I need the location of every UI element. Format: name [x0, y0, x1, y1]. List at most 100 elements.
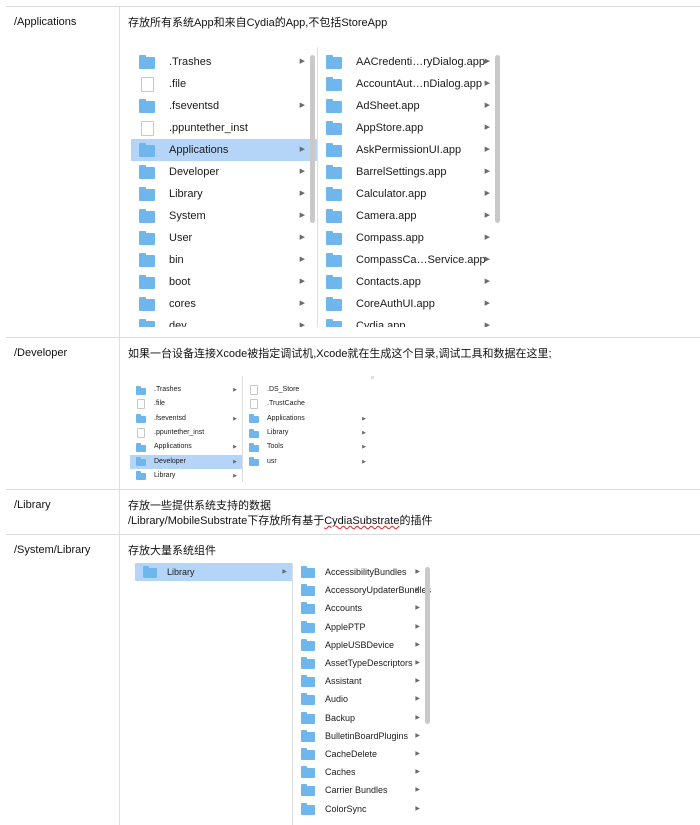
finder-item[interactable]: .fseventsd ▶	[131, 95, 317, 117]
finder-item[interactable]: Caches ▶	[293, 763, 432, 781]
finder-item[interactable]: User ▶	[131, 227, 317, 249]
finder-item[interactable]: AccessoryUpdaterBundles ▶	[293, 581, 432, 599]
finder-item-label: AccessibilityBundles	[325, 567, 407, 577]
finder-item[interactable]: CoreAuthUI.app ▶	[318, 293, 502, 315]
finder-item[interactable]: .ppuntether_inst	[130, 426, 242, 440]
finder-item[interactable]: ApplePTP ▶	[293, 618, 432, 636]
finder-item[interactable]: AssetTypeDescriptors ▶	[293, 654, 432, 672]
finder-item[interactable]: .Trashes ▶	[130, 383, 242, 397]
disclosure-arrow-icon: ▶	[299, 58, 305, 65]
disclosure-arrow-icon: ▶	[484, 58, 490, 65]
path-label: /System/Library	[14, 544, 91, 556]
disclosure-arrow-icon: ▶	[415, 805, 420, 812]
finder-item[interactable]: System ▶	[131, 205, 317, 227]
disclosure-arrow-icon: ▶	[233, 472, 237, 479]
scrollbar[interactable]	[425, 567, 430, 724]
folder-icon	[139, 165, 155, 179]
finder-column-1: .Trashes ▶ .file .fseventsd ▶ .ppuntether_ins…	[130, 376, 243, 482]
finder-item[interactable]: CompassCa…Service.app ▶	[318, 249, 502, 271]
finder-item-label: Assistant	[325, 676, 362, 687]
finder-item[interactable]: CacheDelete ▶	[293, 745, 432, 763]
finder-item[interactable]: .DS_Store	[243, 383, 371, 397]
finder-column-browser: .Trashes ▶ .file .fseventsd ▶ .ppuntether_ins…	[131, 47, 505, 327]
finder-item[interactable]: AACredenti…ryDialog.app ▶	[318, 51, 502, 73]
finder-item[interactable]: Backup ▶	[293, 709, 432, 727]
folder-icon	[136, 457, 146, 467]
finder-item-label: Cydia.app	[356, 320, 406, 327]
finder-item[interactable]: AskPermissionUI.app ▶	[318, 139, 502, 161]
finder-item[interactable]: Contacts.app ▶	[318, 271, 502, 293]
folder-icon	[301, 711, 315, 724]
disclosure-arrow-icon: ▶	[299, 256, 305, 263]
finder-item[interactable]: BulletinBoardPlugins ▶	[293, 727, 432, 745]
finder-item[interactable]: .fseventsd ▶	[130, 412, 242, 426]
description-line-2: /Library/MobileSubstrate下存放所有基于CydiaSubs…	[128, 514, 432, 529]
description-text-part: 的插件	[399, 515, 433, 527]
finder-item[interactable]: AdSheet.app ▶	[318, 95, 502, 117]
finder-item[interactable]: AccessibilityBundles ▶	[293, 563, 432, 581]
finder-item[interactable]: Cydia.app ▶	[318, 315, 502, 327]
finder-item[interactable]: Library ▶	[131, 183, 317, 205]
disclosure-arrow-icon: ▶	[484, 278, 490, 285]
disclosure-arrow-icon: ▶	[233, 458, 237, 465]
finder-item[interactable]: cores ▶	[131, 293, 317, 315]
folder-icon	[136, 471, 146, 481]
finder-item[interactable]: AppStore.app ▶	[318, 117, 502, 139]
finder-item[interactable]: Applications ▶	[131, 139, 317, 161]
finder-item[interactable]: Carrier Bundles ▶	[293, 781, 432, 799]
finder-item[interactable]: .Trashes ▶	[131, 51, 317, 73]
finder-item[interactable]: Compass.app ▶	[318, 227, 502, 249]
scrollbar[interactable]	[310, 55, 315, 223]
finder-item-label: AccountAut…nDialog.app	[356, 78, 482, 90]
file-icon	[250, 385, 258, 396]
disclosure-arrow-icon: ▶	[415, 678, 420, 685]
disclosure-arrow-icon: ▶	[362, 444, 366, 451]
finder-column-2: AACredenti…ryDialog.app ▶ AccountAut…nDial…	[318, 47, 502, 327]
table-row-library: /Library 存放一些提供系统支持的数据 /Library/MobileSu…	[6, 489, 700, 535]
finder-item[interactable]: Applications ▶	[130, 440, 242, 454]
finder-item[interactable]: Assistant ▶	[293, 672, 432, 690]
finder-item[interactable]: AppleUSBDevice ▶	[293, 636, 432, 654]
finder-item[interactable]: boot ▶	[131, 271, 317, 293]
finder-item[interactable]: Applications ▶	[243, 412, 371, 426]
finder-item[interactable]: dev ▶	[131, 315, 317, 327]
folder-icon	[139, 209, 155, 223]
finder-item[interactable]: ColorSync ▶	[293, 800, 432, 818]
finder-item[interactable]: AccountAut…nDialog.app ▶	[318, 73, 502, 95]
finder-item[interactable]: Accounts ▶	[293, 599, 432, 617]
file-icon	[250, 399, 258, 410]
finder-item-label: .file	[169, 78, 187, 90]
finder-item-label: AppleUSBDevice	[325, 639, 395, 650]
scrollbar[interactable]	[495, 55, 500, 223]
finder-item[interactable]: Developer ▶	[130, 454, 242, 469]
finder-item[interactable]: .file	[130, 397, 242, 411]
finder-item-label: Library	[154, 471, 176, 479]
finder-item[interactable]: Library ▶	[243, 426, 371, 440]
finder-item[interactable]: usr ▶	[243, 455, 371, 469]
disclosure-arrow-icon: ▶	[484, 322, 490, 327]
finder-item[interactable]: .ppuntether_inst	[131, 117, 317, 139]
finder-item[interactable]: BarrelSettings.app ▶	[318, 161, 502, 183]
finder-item[interactable]: Developer ▶	[131, 161, 317, 183]
finder-item-label: Developer	[169, 166, 220, 178]
finder-item[interactable]: Library ▶	[130, 469, 242, 482]
finder-item-label: bin	[169, 254, 184, 266]
finder-item-label: Caches	[325, 767, 356, 778]
folder-icon	[301, 748, 315, 761]
finder-item[interactable]: .TrustCache	[243, 397, 371, 411]
finder-item[interactable]: Library ▶	[135, 563, 292, 582]
disclosure-arrow-icon: ▶	[299, 278, 305, 285]
finder-item-label: BulletinBoardPlugins	[325, 730, 409, 741]
finder-item[interactable]: .file	[131, 73, 317, 95]
finder-item[interactable]: bin ▶	[131, 249, 317, 271]
finder-item[interactable]: Camera.app ▶	[318, 205, 502, 227]
finder-item-label: AppStore.app	[356, 122, 424, 134]
finder-item-label: Library	[167, 567, 195, 577]
finder-item[interactable]: Tools ▶	[243, 440, 371, 454]
folder-icon	[249, 428, 259, 438]
finder-item[interactable]: Audio ▶	[293, 690, 432, 708]
finder-item-label: AdSheet.app	[356, 100, 420, 112]
folder-icon	[139, 143, 155, 157]
finder-item[interactable]: Calculator.app ▶	[318, 183, 502, 205]
finder-item-label: AskPermissionUI.app	[356, 144, 462, 156]
